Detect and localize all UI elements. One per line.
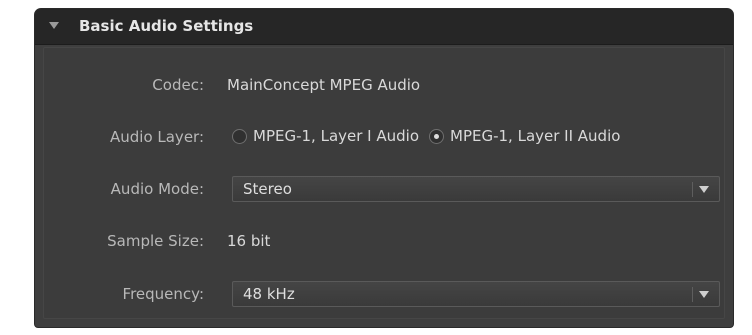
audio-mode-dropdown[interactable]: Stereo: [232, 176, 720, 202]
triangle-down-icon[interactable]: [49, 22, 59, 29]
frequency-label: Frequency:: [122, 285, 204, 303]
sample-size-row: Sample Size: 16 bit: [44, 228, 724, 256]
layer-1-option[interactable]: MPEG-1, Layer I Audio: [232, 127, 419, 145]
audio-mode-label: Audio Mode:: [110, 180, 204, 198]
section-title: Basic Audio Settings: [79, 17, 254, 35]
codec-row: Codec: MainConcept MPEG Audio: [44, 72, 724, 100]
frequency-dropdown[interactable]: 48 kHz: [232, 281, 720, 307]
audio-layer-label: Audio Layer:: [109, 128, 204, 146]
dropdown-divider: [692, 182, 693, 197]
layer-1-label[interactable]: MPEG-1, Layer I Audio: [253, 127, 419, 145]
dropdown-divider: [692, 287, 693, 302]
audio-layer-radio-group: MPEG-1, Layer I Audio MPEG-1, Layer II A…: [232, 127, 630, 145]
audio-layer-row: Audio Layer: MPEG-1, Layer I Audio MPEG-…: [44, 124, 724, 152]
chevron-down-icon[interactable]: [699, 186, 709, 193]
basic-audio-settings-panel: Basic Audio Settings Codec: MainConcept …: [34, 8, 734, 328]
layer-1-radio[interactable]: [232, 128, 247, 144]
frequency-value: 48 kHz: [243, 285, 295, 303]
layer-2-label[interactable]: MPEG-1, Layer II Audio: [450, 127, 620, 145]
section-header[interactable]: Basic Audio Settings: [35, 9, 733, 45]
codec-label: Codec:: [152, 76, 204, 94]
layer-2-radio[interactable]: [429, 128, 444, 144]
settings-body: Codec: MainConcept MPEG Audio Audio Laye…: [43, 47, 725, 319]
audio-mode-value: Stereo: [243, 180, 292, 198]
sample-size-value: 16 bit: [227, 232, 271, 250]
audio-mode-row: Audio Mode: Stereo: [44, 176, 724, 204]
sample-size-label: Sample Size:: [107, 232, 204, 250]
chevron-down-icon[interactable]: [699, 291, 709, 298]
frequency-row: Frequency: 48 kHz: [44, 281, 724, 309]
codec-value: MainConcept MPEG Audio: [227, 76, 421, 94]
layer-2-option[interactable]: MPEG-1, Layer II Audio: [429, 127, 620, 145]
